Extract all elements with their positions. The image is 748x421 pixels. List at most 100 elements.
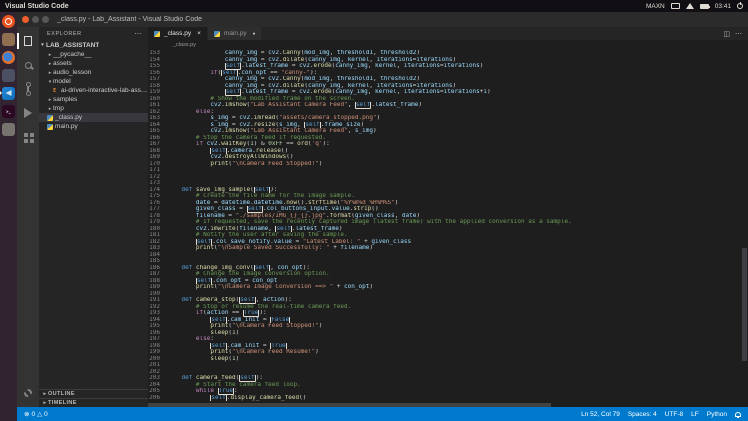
- power-icon[interactable]: [737, 3, 743, 9]
- line-number: 206: [148, 395, 167, 402]
- split-editor-icon[interactable]: ◫: [723, 30, 730, 38]
- sidebar-section-timeline[interactable]: ▸TIMELINE: [39, 398, 148, 407]
- code-line-206: 206 self.display_camera_feed(): [148, 395, 741, 402]
- window-maximize-button[interactable]: [42, 16, 49, 23]
- text-editor-icon[interactable]: [1, 122, 16, 136]
- active-app-menu-title[interactable]: Visual Studio Code: [5, 3, 69, 10]
- code-text: self.display_camera_feed(): [167, 395, 741, 402]
- warnings-count: 0: [44, 411, 48, 418]
- tree-item-label: main.py: [55, 123, 78, 130]
- extensions-activity-button[interactable]: [17, 125, 39, 149]
- ubuntu-dash-icon[interactable]: [1, 14, 16, 28]
- window-minimize-button[interactable]: [32, 16, 39, 23]
- workspace-root-row[interactable]: ▾ LAB_ASSISTANT: [39, 40, 148, 50]
- errors-count: 0: [31, 411, 35, 418]
- folder-assets[interactable]: ▸assets: [39, 59, 148, 68]
- encoding-setting[interactable]: UTF-8: [665, 411, 683, 418]
- sidebar-section-label: TIMELINE: [48, 400, 77, 406]
- indentation-setting[interactable]: Spaces: 4: [628, 411, 657, 418]
- firefox-icon[interactable]: [1, 50, 16, 64]
- vscode-icon[interactable]: [1, 86, 16, 100]
- warnings-icon: △: [37, 410, 42, 418]
- search-icon: [25, 62, 32, 69]
- terminal-icon[interactable]: >_: [1, 104, 16, 118]
- tab-main.py[interactable]: main.py ●: [208, 27, 262, 40]
- language-mode[interactable]: Python: [707, 411, 727, 418]
- tab-label: _class.py: [164, 30, 191, 37]
- breadcrumb-file[interactable]: _class.py: [173, 42, 196, 48]
- keyboard-indicator-icon[interactable]: [671, 3, 680, 9]
- tree-item-label: audio_lesson: [53, 69, 91, 76]
- status-bar: ⊗ 0 △ 0 Ln 52, Col 79 Spaces: 4 UTF-8 LF…: [17, 407, 748, 421]
- explorer-sidebar: EXPLORER ⋯ ▾ LAB_ASSISTANT ▸__pycache__▸…: [39, 27, 148, 407]
- vertical-scrollbar-thumb[interactable]: [742, 248, 747, 361]
- clock[interactable]: 03:41: [715, 3, 731, 10]
- run-debug-activity-button[interactable]: [17, 101, 39, 125]
- activity-bar: [17, 27, 39, 407]
- window-titlebar[interactable]: _class.py - Lab_Assistant - Visual Studi…: [17, 12, 748, 27]
- files-icon: [24, 36, 32, 46]
- editor-area: _class.py×main.py● ◫ ⋯ _class.py 153 can…: [148, 27, 748, 407]
- tab-_class.py[interactable]: _class.py ×: [148, 27, 208, 40]
- tab-label: main.py: [224, 30, 247, 37]
- file-ai-driven-interactive-lab-assistant...[interactable]: Eai-driven-interactive-lab-assistant...: [39, 86, 148, 95]
- tree-item-label: assets: [53, 60, 72, 67]
- files-icon[interactable]: [1, 32, 16, 46]
- editor-more-actions-icon[interactable]: ⋯: [735, 30, 742, 38]
- model-file-icon: E: [53, 88, 59, 94]
- tree-item-label: _class.py: [55, 114, 82, 121]
- tab-bar: _class.py × main.py ● ◫ ⋯: [148, 27, 748, 40]
- folder-samples[interactable]: ▸samples: [39, 95, 148, 104]
- system-top-bar: Visual Studio Code MAXN 03:41: [0, 0, 748, 12]
- problems-indicator[interactable]: ⊗ 0 △ 0: [24, 410, 48, 418]
- file-_class.py[interactable]: _class.py: [39, 113, 148, 122]
- sidebar-header: EXPLORER ⋯: [39, 27, 148, 40]
- tab-actions: ◫ ⋯: [717, 27, 748, 40]
- tree-item-label: samples: [53, 96, 77, 103]
- battery-icon[interactable]: [700, 4, 709, 9]
- file-main.py[interactable]: main.py: [39, 122, 148, 131]
- tabs: _class.py × main.py ●: [148, 27, 262, 40]
- vscode-window: _class.py - Lab_Assistant - Visual Studi…: [17, 12, 748, 421]
- window-close-button[interactable]: [22, 16, 29, 23]
- explorer-activity-button[interactable]: [17, 29, 39, 53]
- breadcrumb[interactable]: _class.py: [148, 40, 748, 50]
- gear-icon: [24, 389, 32, 397]
- network-icon[interactable]: [686, 3, 694, 9]
- notifications-bell-icon[interactable]: [735, 412, 741, 417]
- folder-__pycache__[interactable]: ▸__pycache__: [39, 50, 148, 59]
- python-file-icon: [214, 31, 220, 37]
- software-icon[interactable]: [1, 68, 16, 82]
- eol-setting[interactable]: LF: [691, 411, 699, 418]
- window-title: _class.py - Lab_Assistant - Visual Studi…: [57, 16, 202, 23]
- sidebar-title: EXPLORER: [47, 31, 82, 37]
- sidebar-section-label: OUTLINE: [48, 391, 75, 397]
- file-tree: ▸__pycache__▸assets▸audio_lesson▾modelEa…: [39, 50, 148, 131]
- git-branch-icon: [27, 84, 29, 94]
- tree-item-label: ai-driven-interactive-lab-assistant...: [61, 87, 148, 94]
- source-control-activity-button[interactable]: [17, 77, 39, 101]
- unity-launcher: >_: [0, 12, 17, 421]
- folder-audio_lesson[interactable]: ▸audio_lesson: [39, 68, 148, 77]
- vertical-scrollbar[interactable]: [741, 50, 748, 403]
- folder-model[interactable]: ▾model: [39, 77, 148, 86]
- dirty-indicator[interactable]: ●: [253, 31, 256, 36]
- sidebar-bottom-sections: ▸OUTLINE▸TIMELINE: [39, 389, 148, 407]
- system-indicators: MAXN 03:41: [646, 3, 743, 10]
- tree-item-label: __pycache__: [53, 51, 92, 58]
- session-user-indicator[interactable]: MAXN: [646, 3, 665, 10]
- search-activity-button[interactable]: [17, 53, 39, 77]
- folder-tmp[interactable]: ▸tmp: [39, 104, 148, 113]
- chevron-down-icon: ▾: [39, 42, 46, 48]
- workbench: EXPLORER ⋯ ▾ LAB_ASSISTANT ▸__pycache__▸…: [17, 27, 748, 407]
- explorer-more-actions-icon[interactable]: ⋯: [134, 30, 142, 38]
- cursor-position[interactable]: Ln 52, Col 79: [581, 411, 620, 418]
- manage-button[interactable]: [17, 381, 39, 405]
- code-editor[interactable]: 153 canny_img = cv2.Canny(mod_img, thres…: [148, 50, 741, 403]
- run-debug-icon: [24, 108, 32, 118]
- close-tab-icon[interactable]: ×: [197, 30, 201, 37]
- python-file-icon: [47, 124, 53, 130]
- sidebar-section-outline[interactable]: ▸OUTLINE: [39, 389, 148, 398]
- errors-icon: ⊗: [24, 410, 29, 418]
- tree-item-label: model: [53, 78, 71, 85]
